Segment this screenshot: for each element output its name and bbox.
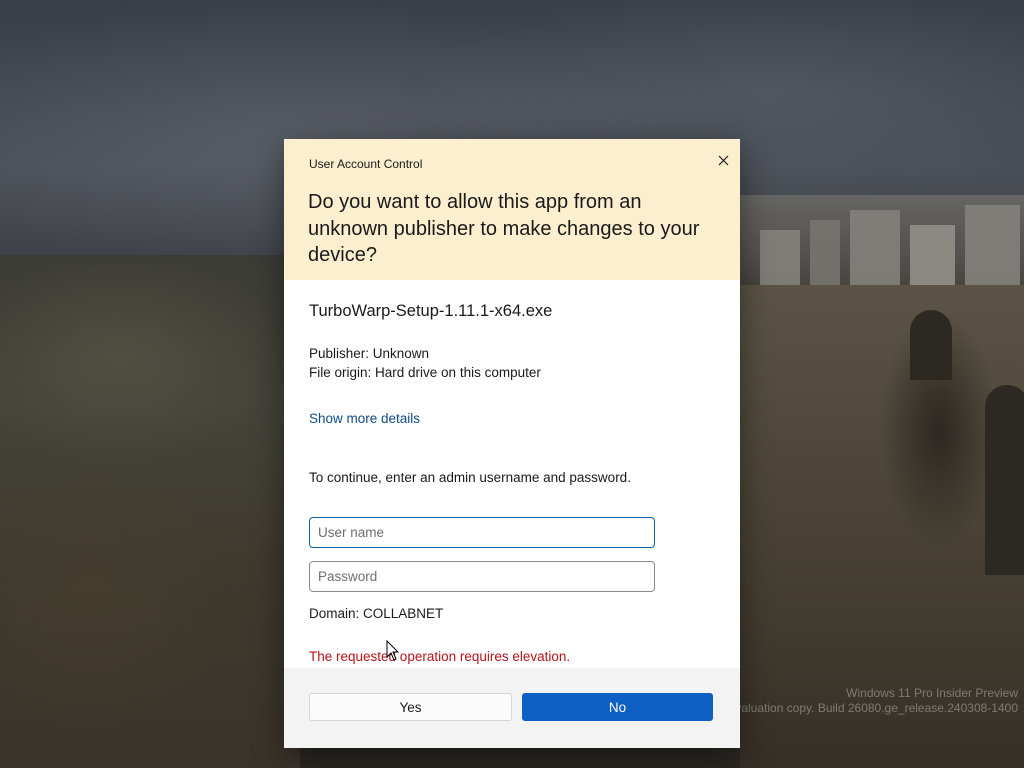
wallpaper-hills [0, 255, 300, 768]
uac-dialog: User Account Control Do you want to allo… [284, 139, 740, 748]
file-origin-label: File origin: Hard drive on this computer [309, 365, 541, 380]
close-button[interactable] [708, 145, 738, 175]
uac-headline: Do you want to allow this app from an un… [308, 191, 700, 266]
username-input[interactable] [309, 517, 655, 548]
uac-window-title: User Account Control [309, 157, 423, 171]
app-name: TurboWarp-Setup-1.11.1-x64.exe [309, 302, 553, 320]
watermark-edition: Windows 11 Pro Insider Preview [846, 686, 1018, 700]
uac-footer: Yes No [284, 668, 740, 748]
domain-label: Domain: COLLABNET [309, 606, 444, 621]
wallpaper-town [740, 195, 1024, 285]
watermark-build: Evaluation copy. Build 26080.ge_release.… [727, 701, 1018, 715]
show-more-details-link[interactable]: Show more details [309, 411, 420, 426]
uac-header: User Account Control Do you want to allo… [284, 139, 740, 280]
yes-button[interactable]: Yes [309, 693, 512, 721]
mouse-cursor-icon [386, 640, 400, 661]
close-icon [718, 155, 728, 165]
password-input[interactable] [309, 561, 655, 592]
publisher-label: Publisher: Unknown [309, 346, 430, 361]
no-button[interactable]: No [522, 693, 713, 721]
credentials-prompt: To continue, enter an admin username and… [309, 470, 631, 485]
windows-watermark: Windows 11 Pro Insider Preview Evaluatio… [727, 686, 1018, 716]
error-message: The requested operation requires elevati… [309, 649, 571, 664]
